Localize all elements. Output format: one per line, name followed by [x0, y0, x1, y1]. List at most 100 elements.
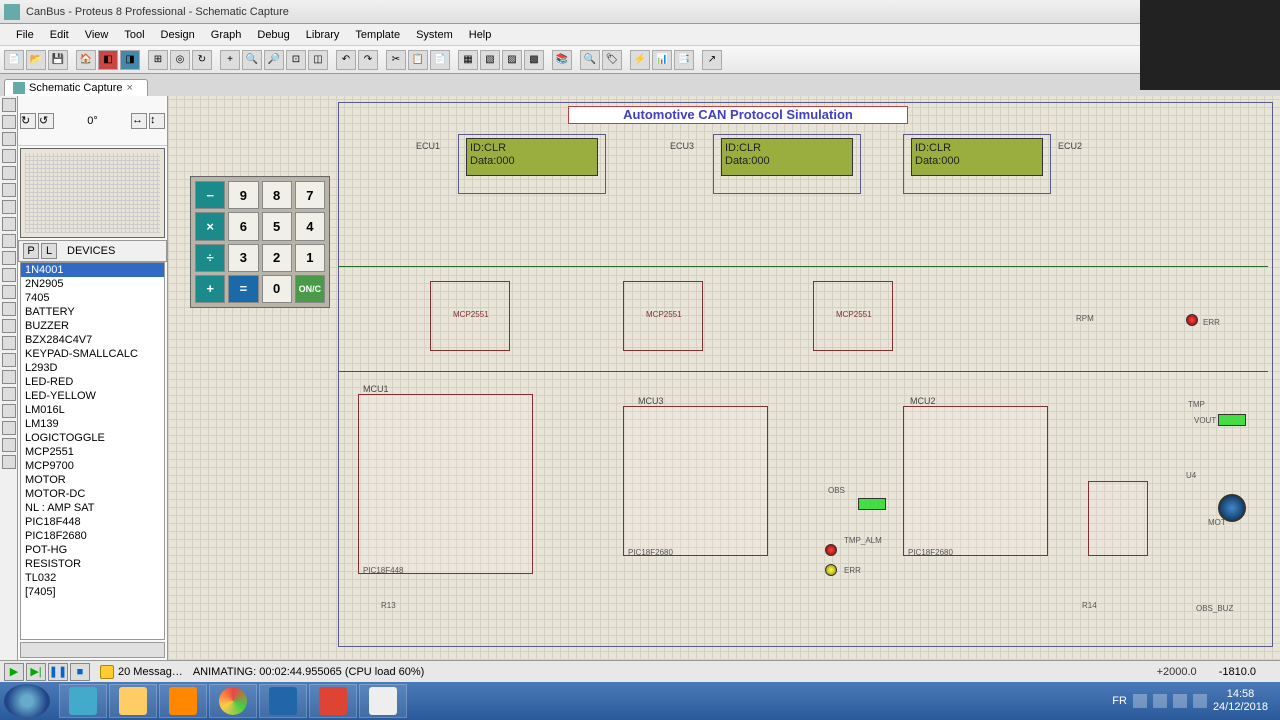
marker-tool[interactable] [2, 455, 16, 469]
device-item[interactable]: LOGICTOGGLE [21, 431, 164, 445]
open-button[interactable]: 📂 [26, 50, 46, 70]
device-item[interactable]: PIC18F448 [21, 515, 164, 529]
device-item[interactable]: MOTOR [21, 473, 164, 487]
device-item[interactable]: [7405] [21, 585, 164, 599]
redo-button[interactable]: ↷ [358, 50, 378, 70]
device-item[interactable]: MOTOR-DC [21, 487, 164, 501]
generator-tool[interactable] [2, 285, 16, 299]
tray-icon[interactable] [1133, 694, 1147, 708]
u4-chip[interactable] [1088, 481, 1148, 556]
device-item[interactable]: 2N2905 [21, 277, 164, 291]
pick-device-button[interactable]: P [23, 243, 39, 259]
keypad-key[interactable]: 1 [295, 244, 325, 272]
junction-tool[interactable] [2, 132, 16, 146]
device-item[interactable]: BUZZER [21, 319, 164, 333]
selection-tool[interactable] [2, 98, 16, 112]
lcd-ecu2[interactable]: ID:CLRData:000 [903, 134, 1051, 194]
menu-tool[interactable]: Tool [116, 27, 152, 43]
tape-tool[interactable] [2, 268, 16, 282]
device-item[interactable]: NL : AMP SAT [21, 501, 164, 515]
device-item[interactable]: BATTERY [21, 305, 164, 319]
device-item[interactable]: KEYPAD-SMALLCALC [21, 347, 164, 361]
device-item[interactable]: POT-HG [21, 543, 164, 557]
label-tool[interactable] [2, 149, 16, 163]
keypad-key[interactable]: + [195, 275, 225, 303]
keypad-key[interactable]: 6 [228, 212, 258, 240]
keypad-key[interactable]: 2 [262, 244, 292, 272]
task-chrome[interactable] [209, 684, 257, 718]
mcu2[interactable] [903, 406, 1048, 556]
led-err2[interactable] [825, 564, 837, 576]
zoom-in[interactable]: 🔍 [242, 50, 262, 70]
subcircuit-tool[interactable] [2, 200, 16, 214]
undo-button[interactable]: ↶ [336, 50, 356, 70]
menu-view[interactable]: View [77, 27, 117, 43]
lcd-ecu1[interactable]: ID:CLRData:000 [458, 134, 606, 194]
keypad-key[interactable]: × [195, 212, 225, 240]
play-button[interactable]: ▶ [4, 663, 24, 681]
bom-button[interactable]: 📑 [674, 50, 694, 70]
keypad-key[interactable]: 8 [262, 181, 292, 209]
keypad-component[interactable]: −987×654÷321+=0ON/C [190, 176, 330, 308]
erc-button[interactable]: ⚡ [630, 50, 650, 70]
home-button[interactable]: 🏠 [76, 50, 96, 70]
keypad-key[interactable]: = [228, 275, 258, 303]
task-explorer[interactable] [109, 684, 157, 718]
probe-tool[interactable] [2, 302, 16, 316]
task-proteus[interactable] [259, 684, 307, 718]
keypad-key[interactable]: ON/C [295, 275, 325, 303]
volume-icon[interactable] [1193, 694, 1207, 708]
block-move[interactable]: ▧ [480, 50, 500, 70]
keypad-key[interactable]: 5 [262, 212, 292, 240]
stop-button[interactable]: ■ [70, 663, 90, 681]
keypad-key[interactable]: ÷ [195, 244, 225, 272]
pick-button[interactable]: 📚 [552, 50, 572, 70]
menu-help[interactable]: Help [461, 27, 500, 43]
menu-template[interactable]: Template [347, 27, 408, 43]
led-tmp-alm[interactable] [825, 544, 837, 556]
cut-button[interactable]: ✂ [386, 50, 406, 70]
keypad-key[interactable]: 7 [295, 181, 325, 209]
library-button[interactable]: L [41, 243, 57, 259]
zoom-out[interactable]: 🔎 [264, 50, 284, 70]
keypad-key[interactable]: 9 [228, 181, 258, 209]
horizontal-scrollbar[interactable] [20, 642, 165, 658]
devices-list[interactable]: 1N40012N29057405BATTERYBUZZERBZX284C4V7K… [20, 262, 165, 640]
text2d-tool[interactable] [2, 421, 16, 435]
block-copy[interactable]: ▦ [458, 50, 478, 70]
network-icon[interactable] [1173, 694, 1187, 708]
menu-system[interactable]: System [408, 27, 461, 43]
path-tool[interactable] [2, 404, 16, 418]
schematic-canvas[interactable]: Automotive CAN Protocol Simulation −987×… [168, 96, 1280, 660]
device-item[interactable]: LED-RED [21, 375, 164, 389]
lcd-ecu3[interactable]: ID:CLRData:000 [713, 134, 861, 194]
close-icon[interactable]: × [127, 82, 139, 94]
step-button[interactable]: ▶| [26, 663, 46, 681]
status-messages[interactable]: 20 Messag… [100, 665, 183, 679]
task-powerpoint[interactable] [309, 684, 357, 718]
refresh-button[interactable]: ↻ [192, 50, 212, 70]
menu-file[interactable]: File [8, 27, 42, 43]
device-item[interactable]: LM139 [21, 417, 164, 431]
tab-schematic[interactable]: Schematic Capture × [4, 79, 148, 96]
menu-library[interactable]: Library [298, 27, 348, 43]
text-tool[interactable] [2, 166, 16, 180]
device-item[interactable]: LM016L [21, 403, 164, 417]
mcu3[interactable] [623, 406, 768, 556]
box-tool[interactable] [2, 353, 16, 367]
toggle-grid[interactable]: ⊞ [148, 50, 168, 70]
netlist-button[interactable]: 📊 [652, 50, 672, 70]
component-tool[interactable] [2, 115, 16, 129]
start-button[interactable] [4, 684, 50, 718]
keypad-key[interactable]: 0 [262, 275, 292, 303]
pin-tool[interactable] [2, 234, 16, 248]
keypad-key[interactable]: − [195, 181, 225, 209]
lang-indicator[interactable]: FR [1112, 695, 1127, 707]
block-delete[interactable]: ▩ [524, 50, 544, 70]
keypad-key[interactable]: 4 [295, 212, 325, 240]
block-rotate[interactable]: ▨ [502, 50, 522, 70]
device-item[interactable]: RESISTOR [21, 557, 164, 571]
task-ie[interactable] [59, 684, 107, 718]
menu-graph[interactable]: Graph [203, 27, 250, 43]
zoom-button[interactable]: + [220, 50, 240, 70]
